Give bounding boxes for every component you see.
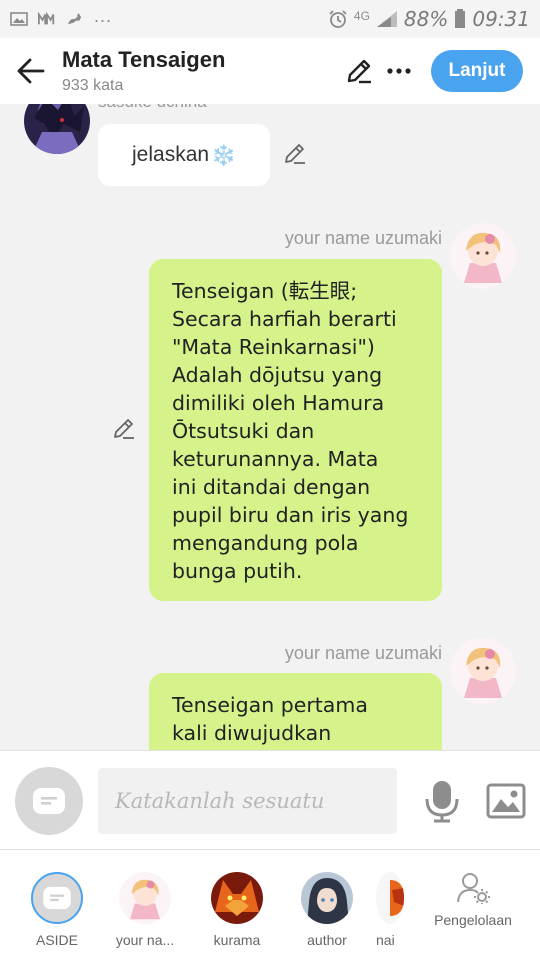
manage-label: Pengelolaan — [434, 912, 512, 928]
aside-mode-button[interactable] — [15, 767, 83, 835]
sender-name: your name uzumaki — [284, 643, 442, 663]
battery-icon — [455, 9, 466, 28]
sasuke-avatar[interactable] — [24, 104, 90, 154]
alarm-icon — [329, 10, 347, 28]
more-options-button[interactable] — [379, 51, 419, 91]
message-bubble[interactable]: Tenseigan pertama kali diwujudkan — [149, 673, 442, 750]
word-count: 933 kata — [62, 77, 124, 94]
character-author[interactable]: author — [287, 872, 367, 948]
character-avatar — [301, 872, 353, 924]
message-text: jelaskan — [132, 143, 210, 166]
manage-characters-button[interactable]: Pengelolaan — [428, 872, 518, 928]
message-bubble[interactable]: jelaskan ❄️ — [98, 124, 270, 186]
chat-area[interactable]: sasuke uchiha jelaskan❄️ your name uzuma… — [0, 104, 540, 750]
message-bubble[interactable]: Tenseigan (転生眼; Secara harfiah berarti "… — [149, 259, 442, 601]
user-avatar[interactable] — [450, 638, 516, 704]
back-button[interactable] — [0, 38, 62, 104]
gallery-notification-icon — [10, 12, 28, 26]
sender-name: sasuke uchiha — [98, 104, 207, 112]
app-notification-icon — [38, 12, 55, 25]
microphone-icon[interactable] — [424, 779, 460, 823]
more-dots-icon — [387, 68, 411, 74]
aside-avatar — [31, 872, 83, 924]
pencil-icon — [347, 59, 371, 84]
clock: 09:31 — [472, 7, 530, 31]
more-notifications: ... — [94, 5, 113, 26]
character-aside[interactable]: ASIDE — [17, 872, 97, 948]
next-button[interactable]: Lanjut — [431, 50, 523, 92]
character-nai[interactable]: nai — [376, 872, 410, 948]
character-avatar — [376, 872, 404, 924]
title-block: Mata Tensaigen 933 kata — [62, 47, 225, 95]
user-settings-icon — [457, 873, 490, 904]
character-label: author — [307, 932, 347, 948]
chat-bubble-icon — [43, 886, 71, 910]
story-title: Mata Tensaigen — [62, 47, 226, 72]
snowflake-emoji: ❄️ — [211, 144, 236, 167]
user-avatar[interactable] — [450, 223, 516, 289]
character-label: your na... — [115, 932, 175, 948]
cloud-notification-icon — [68, 12, 82, 25]
character-label: kurama — [213, 932, 261, 948]
signal-icon — [376, 11, 397, 27]
status-bar: ... 4G 88% 09:31 — [0, 0, 540, 38]
network-type: 4G — [353, 9, 370, 23]
chat-bubble-icon — [33, 788, 65, 814]
character-your-name[interactable]: your na... — [105, 872, 185, 948]
character-avatar — [119, 872, 171, 924]
character-kurama[interactable]: kurama — [197, 872, 277, 948]
character-bar: ASIDE your na... kurama author nai Penge… — [0, 850, 540, 960]
character-label: nai — [376, 932, 395, 948]
edit-message-icon[interactable] — [281, 140, 309, 168]
edit-message-icon[interactable] — [110, 415, 138, 443]
sender-name: your name uzumaki — [284, 228, 442, 248]
battery-percent: 88% — [403, 7, 449, 31]
arrow-left-icon — [17, 58, 45, 84]
image-icon[interactable] — [486, 781, 526, 821]
character-label: ASIDE — [35, 932, 78, 948]
app-header: Mata Tensaigen 933 kata Lanjut — [0, 38, 540, 104]
edit-title-button[interactable] — [339, 51, 379, 91]
message-input[interactable]: Katakanlah sesuatu — [98, 768, 397, 834]
input-bar: Katakanlah sesuatu — [0, 750, 540, 850]
character-avatar — [211, 872, 263, 924]
